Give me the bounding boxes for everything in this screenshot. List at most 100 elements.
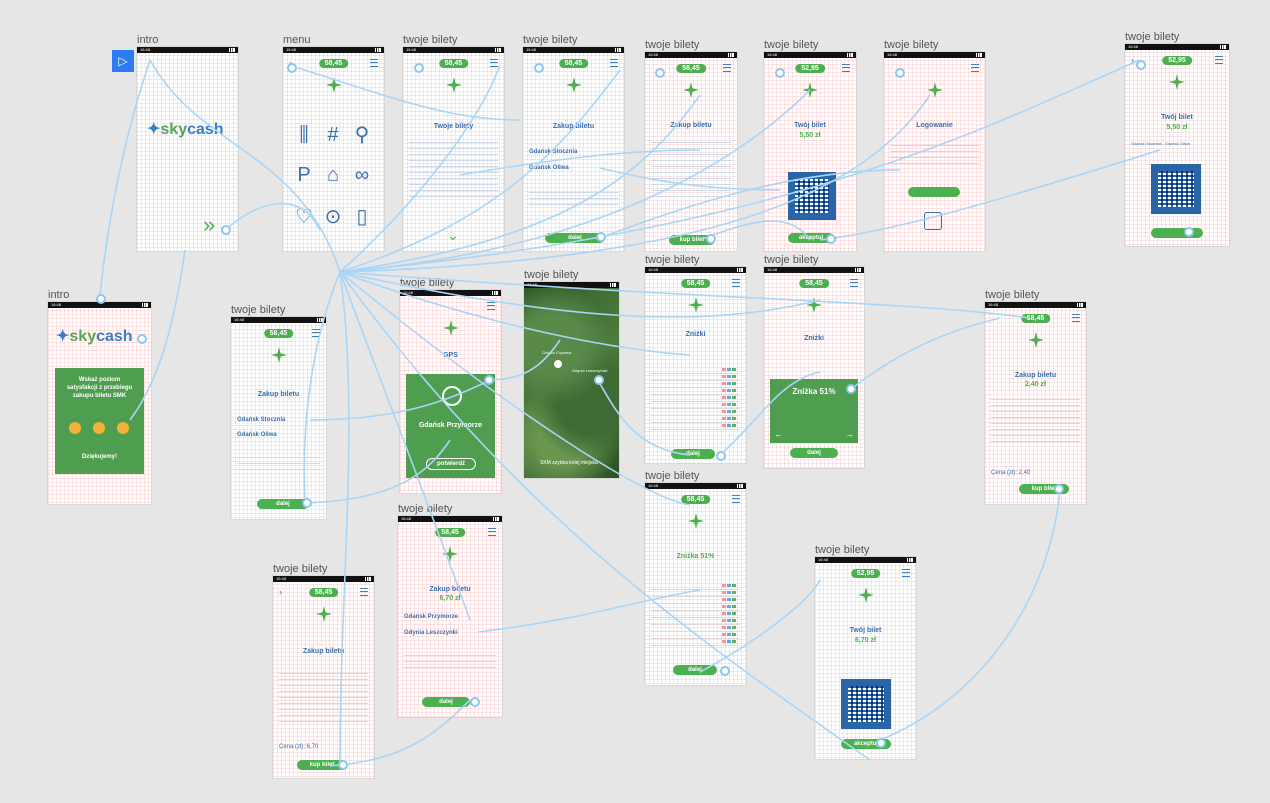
qr-code xyxy=(1151,164,1201,214)
link-handle[interactable] xyxy=(1184,227,1194,237)
link-handle[interactable] xyxy=(826,234,836,244)
to-station[interactable]: Gdańsk Oliwa xyxy=(529,165,569,171)
link-handle[interactable] xyxy=(720,666,730,676)
artboard-intro-survey[interactable]: intro 16:48 ✦skycash Wskaż poziom satysf… xyxy=(48,289,151,504)
menu-icon[interactable] xyxy=(850,279,858,287)
login-button[interactable] xyxy=(908,187,960,197)
artboard-znizki[interactable]: twoje bilety 16:48 58,45 Zniżki dalej xyxy=(645,254,746,463)
artboard-zakup-6-70[interactable]: twoje bilety 16:48 58,45 Zakup biletu 6,… xyxy=(398,503,502,717)
link-handle[interactable] xyxy=(716,451,726,461)
grid-icon[interactable]: # xyxy=(322,125,344,145)
from-station[interactable]: Gdańsk Stocznia xyxy=(237,417,285,423)
artboard-menu[interactable]: menu 16:48 › 58,45 ⫼ # ⚲ P ⌂ ∞ ♡ ⊙ ▯ xyxy=(283,34,384,251)
menu-icon[interactable] xyxy=(1072,314,1080,322)
menu-icon[interactable] xyxy=(370,59,378,67)
menu-icon[interactable] xyxy=(488,528,496,536)
location-icon[interactable]: ⚲ xyxy=(351,125,373,145)
link-handle[interactable] xyxy=(895,68,905,78)
link-handle[interactable] xyxy=(484,375,494,385)
menu-icon[interactable] xyxy=(1215,56,1223,64)
link-handle[interactable] xyxy=(470,697,480,707)
next-button[interactable]: dalej xyxy=(673,665,717,675)
parking-icon[interactable]: P xyxy=(293,165,315,185)
artboard-znizka-51[interactable]: twoje bilety 16:48 58,45 Zniżka 51% dale… xyxy=(645,470,746,685)
link-handle[interactable] xyxy=(414,63,424,73)
menu-icon[interactable] xyxy=(610,59,618,67)
artboard-title: intro xyxy=(48,289,70,301)
arrow-left-icon[interactable]: ← xyxy=(774,429,783,439)
timetable-icon[interactable]: ⫼ xyxy=(293,125,315,145)
menu-icon[interactable] xyxy=(732,495,740,503)
link-handle[interactable] xyxy=(1054,484,1064,494)
chevron-right-icon[interactable]: » xyxy=(203,212,215,238)
confirm-button[interactable]: potwierdź xyxy=(426,458,476,470)
arrow-right-icon[interactable]: → xyxy=(845,429,854,439)
artboard-logowanie[interactable]: twoje bilety 16:48 Logowanie xyxy=(884,39,985,251)
artboard-twoj-bilet[interactable]: twoje bilety 16:48 52,95 Twój bilet 5,50… xyxy=(764,39,856,251)
balance-badge: 58,45 xyxy=(318,59,349,68)
menu-icon[interactable] xyxy=(312,329,320,337)
menu-icon[interactable] xyxy=(490,59,498,67)
menu-icon[interactable] xyxy=(971,64,979,72)
artboard-discount-card[interactable]: twoje bilety 16:48 58,45 Zniżki Zniżka 5… xyxy=(764,254,864,468)
next-button[interactable]: dalej xyxy=(790,448,838,458)
link-handle[interactable] xyxy=(594,375,604,385)
museum-icon[interactable]: ⌂ xyxy=(322,165,344,185)
artboard-twoje-bilety-list[interactable]: twoje bilety 16:48 58,45 Twoje bilety ⌄ xyxy=(403,34,504,251)
link-handle[interactable] xyxy=(534,63,544,73)
accept-button[interactable] xyxy=(1151,228,1203,238)
rings-icon[interactable]: ∞ xyxy=(351,165,373,185)
next-button[interactable]: dalej xyxy=(671,449,715,459)
link-handle[interactable] xyxy=(137,334,147,344)
next-button[interactable]: dalej xyxy=(422,697,470,707)
menu-icon[interactable] xyxy=(487,302,495,310)
link-handle[interactable] xyxy=(1136,60,1146,70)
phone-icon[interactable]: ▯ xyxy=(351,207,373,227)
from-station[interactable]: Gdańsk Stocznia xyxy=(529,149,577,155)
link-handle[interactable] xyxy=(655,68,665,78)
artboard-zakup-6-70-form[interactable]: twoje bilety 16:48 › 58,45 Zakup biletu … xyxy=(273,563,374,778)
link-handle[interactable] xyxy=(338,760,348,770)
neutral-face-icon[interactable] xyxy=(93,422,105,434)
artboard-map[interactable]: twoje bilety 16:48 Gdynia Chylonia Gdyni… xyxy=(524,269,619,478)
star-icon xyxy=(442,546,458,562)
from-station[interactable]: Gdańsk Przymorze xyxy=(404,614,458,620)
link-handle[interactable] xyxy=(287,63,297,73)
artboard-intro[interactable]: intro 16:48 ✦skycash » xyxy=(137,34,238,251)
back-icon[interactable]: › xyxy=(279,587,282,597)
sad-face-icon[interactable] xyxy=(117,422,129,434)
link-handle[interactable] xyxy=(596,232,606,242)
menu-icon[interactable] xyxy=(360,588,368,596)
to-station[interactable]: Gdynia Leszczynki xyxy=(404,630,458,636)
more-icon[interactable]: ⊙ xyxy=(322,207,344,227)
artboard-zakup-biletu-2[interactable]: twoje bilety 16:48 58,45 Zakup biletu Gd… xyxy=(231,304,326,519)
artboard-zakup-biletu[interactable]: twoje bilety 16:48 58,45 Zakup biletu Gd… xyxy=(523,34,624,251)
artboard-twoj-bilet-big[interactable]: twoje bilety 16:48 › 52,95 Twój bilet 5,… xyxy=(1125,31,1229,246)
satellite-map[interactable] xyxy=(524,288,619,478)
artboard-zakup-form[interactable]: twoje bilety 16:48 58,45 Zakup biletu ku… xyxy=(645,39,737,251)
menu-icon[interactable] xyxy=(732,279,740,287)
artboard-gps[interactable]: twoje bilety 16:48 GPS Gdańsk Przymorze … xyxy=(400,277,501,493)
heart-icon[interactable]: ♡ xyxy=(293,207,315,227)
location-pin-icon[interactable] xyxy=(554,360,562,368)
play-prototype-button[interactable]: ▷ xyxy=(112,50,134,72)
menu-icon[interactable] xyxy=(842,64,850,72)
star-icon xyxy=(565,77,582,93)
happy-face-icon[interactable] xyxy=(69,422,81,434)
back-icon[interactable]: › xyxy=(1131,55,1134,65)
link-handle[interactable] xyxy=(96,294,106,304)
fingerprint-icon[interactable] xyxy=(924,212,942,230)
link-handle[interactable] xyxy=(221,225,231,235)
artboard-twoj-bilet-6-70[interactable]: twoje bilety 16:48 52,95 Twój bilet 6,70… xyxy=(815,544,916,759)
to-station[interactable]: Gdańsk Oliwa xyxy=(237,432,277,438)
link-handle[interactable] xyxy=(706,234,716,244)
link-handle[interactable] xyxy=(846,384,856,394)
menu-icon[interactable] xyxy=(902,569,910,577)
chevron-down-icon[interactable]: ⌄ xyxy=(447,227,459,244)
link-handle[interactable] xyxy=(302,498,312,508)
artboard-zakup-2-40[interactable]: twoje bilety 16:48 58,45 Zakup biletu 2,… xyxy=(985,289,1086,504)
link-handle[interactable] xyxy=(775,68,785,78)
status-bar: 16:48 xyxy=(645,267,746,273)
menu-icon[interactable] xyxy=(723,64,731,72)
link-handle[interactable] xyxy=(876,738,886,748)
